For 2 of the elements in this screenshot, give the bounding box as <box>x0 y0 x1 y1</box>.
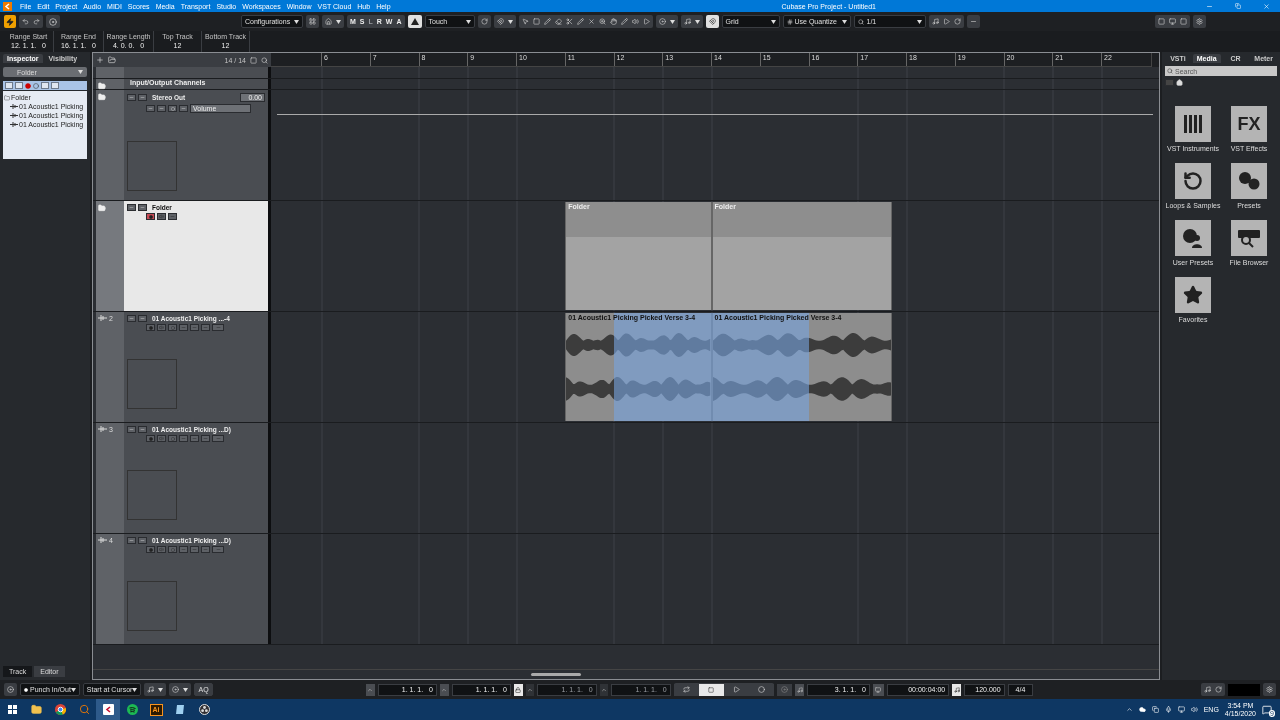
tile-glyph: FX <box>1237 113 1261 135</box>
media-tile[interactable]: FX <box>1231 106 1267 142</box>
